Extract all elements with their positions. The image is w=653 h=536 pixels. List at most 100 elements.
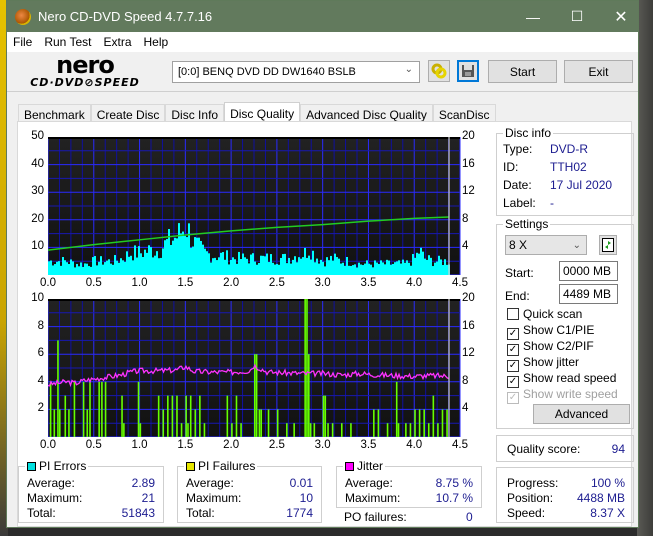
checkbox[interactable]	[507, 308, 519, 320]
pi-failures-bar	[121, 395, 123, 437]
x-tick-label: 4.5	[452, 439, 468, 451]
pi-failures-bar	[180, 423, 183, 437]
pi-failures-bar	[313, 423, 316, 437]
end-input[interactable]: 4489 MB	[559, 284, 618, 304]
pi-errors-bar	[370, 264, 372, 275]
position-value: 4488 MB	[576, 491, 625, 505]
settings-group: Settings 8 X ⌄ Start: 0000 MB End: 4489 …	[496, 217, 634, 429]
start-input[interactable]: 0000 MB	[559, 261, 618, 281]
pi-errors-bar	[198, 237, 200, 275]
checkbox-row[interactable]: ✓ Show write speed	[507, 387, 618, 404]
refresh-speed-button[interactable]	[599, 235, 617, 255]
maximize-button[interactable]: ☐	[554, 1, 600, 32]
speed-select[interactable]: 8 X ⌄	[505, 235, 587, 255]
pi-errors-bar	[430, 257, 432, 275]
pi-failures-title: PI Failures	[198, 459, 256, 473]
pi-errors-bar	[60, 265, 62, 275]
pi-errors-bar	[254, 261, 256, 275]
pi-errors-bar	[256, 264, 258, 275]
pi-errors-bar	[64, 260, 66, 275]
pi-errors-bar	[250, 254, 252, 275]
pi-errors-bar	[396, 261, 398, 275]
pi-failures-bar	[306, 299, 308, 437]
checkbox-row[interactable]: ✓ Show C2/PIF	[507, 339, 594, 356]
pi-errors-bar	[188, 223, 190, 275]
pi-failures-bar	[397, 423, 400, 437]
pi-errors-bar	[182, 231, 184, 275]
checkbox[interactable]: ✓	[507, 392, 519, 404]
floppy-disk-icon	[462, 65, 474, 77]
pi-failures-bar	[395, 381, 398, 437]
end-label: End:	[505, 289, 530, 303]
drive-select[interactable]: [0:0] BENQ DVD DD DW1640 BSLB ⌄	[172, 61, 420, 83]
exit-button[interactable]: Exit	[564, 60, 633, 83]
start-button[interactable]: Start	[488, 60, 557, 83]
pi-errors-bar	[286, 263, 288, 275]
pi-errors-bar	[438, 255, 440, 275]
pi-errors-bar	[142, 257, 144, 275]
advanced-button[interactable]: Advanced	[533, 404, 630, 424]
pi-errors-bar	[372, 267, 374, 275]
pi-errors-bar	[98, 261, 100, 275]
pi-failures-maximum-value: 10	[299, 491, 313, 505]
pi-failures-bar	[189, 395, 192, 437]
close-button[interactable]: ✕	[598, 1, 644, 32]
checkbox-row[interactable]: ✓ Show read speed	[507, 371, 616, 388]
pi-errors-bar	[348, 265, 350, 275]
y-right-tick-label: 12	[462, 347, 475, 360]
pi-errors-total-value: 51843	[121, 506, 155, 520]
menu-run-test[interactable]: Run Test	[44, 35, 91, 49]
pi-errors-bar	[380, 260, 382, 275]
pi-errors-bar	[356, 267, 358, 275]
pi-failures-bar	[324, 395, 327, 437]
pi-errors-bar	[120, 258, 122, 275]
title-bar: Nero CD-DVD Speed 4.7.7.16 — ☐ ✕	[7, 1, 638, 32]
pi-errors-title: PI Errors	[39, 459, 87, 473]
disc-date-label: Date:	[503, 178, 532, 192]
y-right-tick-label: 12	[462, 185, 475, 198]
disc-info-group: Disc info Type: DVD-R ID: TTH02 Date: 17…	[496, 126, 634, 216]
pi-errors-bar	[162, 248, 164, 275]
pi-errors-bar	[288, 257, 290, 275]
pi-errors-bar	[294, 256, 296, 275]
pi-errors-bar	[426, 259, 428, 275]
chevron-down-icon: ⌄	[404, 64, 413, 75]
pi-errors-bar	[74, 267, 76, 275]
checkbox-row[interactable]: ✓ Show C1/PIE	[507, 323, 594, 340]
desktop-background-right	[637, 0, 653, 536]
pi-errors-bar	[310, 259, 312, 275]
chevron-down-icon: ⌄	[572, 239, 581, 251]
pi-errors-bar	[410, 265, 412, 275]
checkbox-row[interactable]: Quick scan	[507, 307, 582, 321]
pi-errors-bar	[394, 262, 396, 275]
pi-errors-legend-swatch	[27, 461, 36, 471]
disc-type-value: DVD-R	[550, 142, 588, 156]
pi-errors-bar	[222, 252, 224, 275]
pi-errors-bar	[364, 263, 366, 275]
pi-failures-bar	[350, 423, 352, 437]
pi-failures-bar	[226, 395, 229, 437]
save-button[interactable]	[457, 60, 479, 82]
menu-help[interactable]: Help	[144, 35, 169, 49]
drive-settings-button[interactable]	[428, 60, 450, 82]
disc-date-value: 17 Jul 2020	[550, 178, 613, 192]
checkbox-row[interactable]: ✓ Show jitter	[507, 355, 579, 372]
x-tick-label: 0.0	[40, 277, 56, 289]
disc-id-value: TTH02	[550, 160, 587, 174]
menu-file[interactable]: File	[13, 35, 32, 49]
pi-failures-bar	[171, 395, 174, 437]
pi-errors-bar	[346, 256, 348, 275]
x-tick-label: 4.0	[406, 439, 423, 451]
x-tick-label: 0.0	[40, 439, 56, 451]
pi-errors-bar	[344, 265, 346, 275]
minimize-button[interactable]: —	[510, 1, 556, 32]
pi-failures-bar	[322, 395, 325, 437]
pi-errors-bar	[376, 262, 378, 275]
window-title: Nero CD-DVD Speed 4.7.7.16	[38, 9, 213, 24]
pi-errors-group: PI Errors Average: 2.89 Maximum: 21 Tota…	[18, 459, 164, 523]
disc-label-label: Label:	[503, 196, 536, 210]
menu-extra[interactable]: Extra	[103, 35, 131, 49]
pi-failures-bar	[58, 409, 61, 437]
pi-errors-bar	[196, 237, 198, 275]
pi-errors-bar	[300, 258, 302, 275]
